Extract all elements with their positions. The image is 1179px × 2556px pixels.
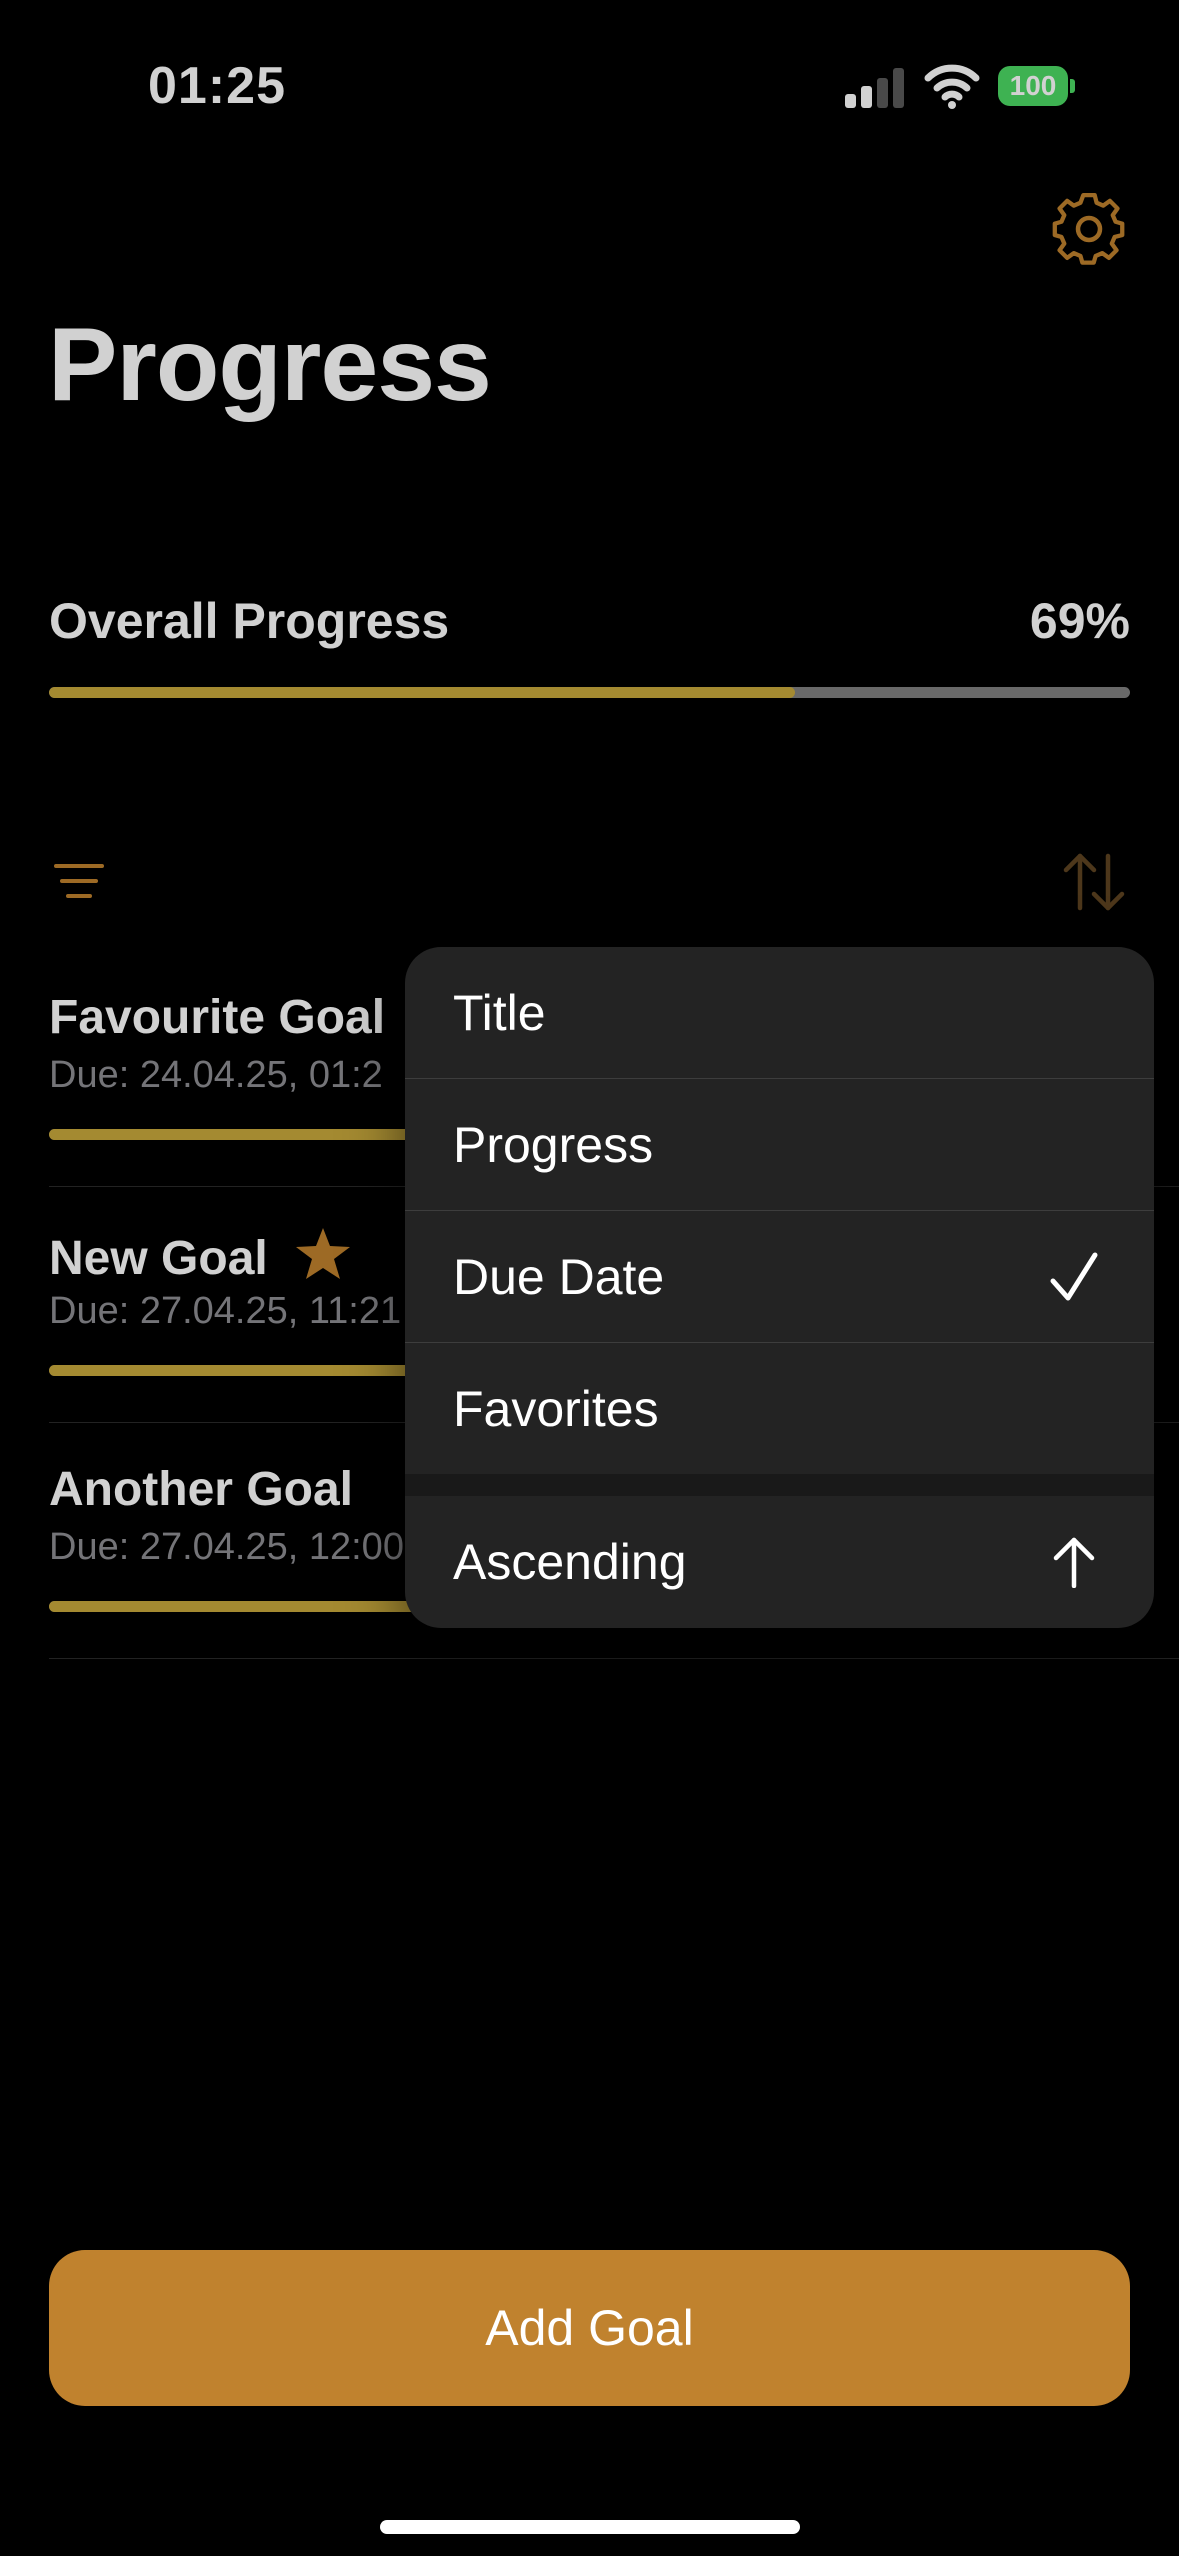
arrow-up-icon xyxy=(1050,1536,1098,1589)
sort-option-due-date[interactable]: Due Date xyxy=(405,1211,1154,1343)
add-goal-button[interactable]: Add Goal xyxy=(49,2250,1130,2406)
sort-option-label: Due Date xyxy=(453,1249,665,1305)
home-indicator[interactable] xyxy=(380,2520,800,2534)
sort-option-label: Title xyxy=(453,985,546,1041)
sort-option-progress[interactable]: Progress xyxy=(405,1079,1154,1211)
menu-section-gap xyxy=(405,1474,1154,1496)
sort-option-title[interactable]: Title xyxy=(405,947,1154,1079)
sort-option-label: Favorites xyxy=(453,1381,659,1437)
checkmark-icon xyxy=(1050,1251,1098,1303)
sort-option-favorites[interactable]: Favorites xyxy=(405,1343,1154,1475)
sort-order-label: Ascending xyxy=(453,1534,687,1590)
sort-order-toggle[interactable]: Ascending xyxy=(405,1496,1154,1628)
sort-menu: Title Progress Due Date Favorites Ascend… xyxy=(405,947,1154,1628)
sort-option-label: Progress xyxy=(453,1117,654,1173)
